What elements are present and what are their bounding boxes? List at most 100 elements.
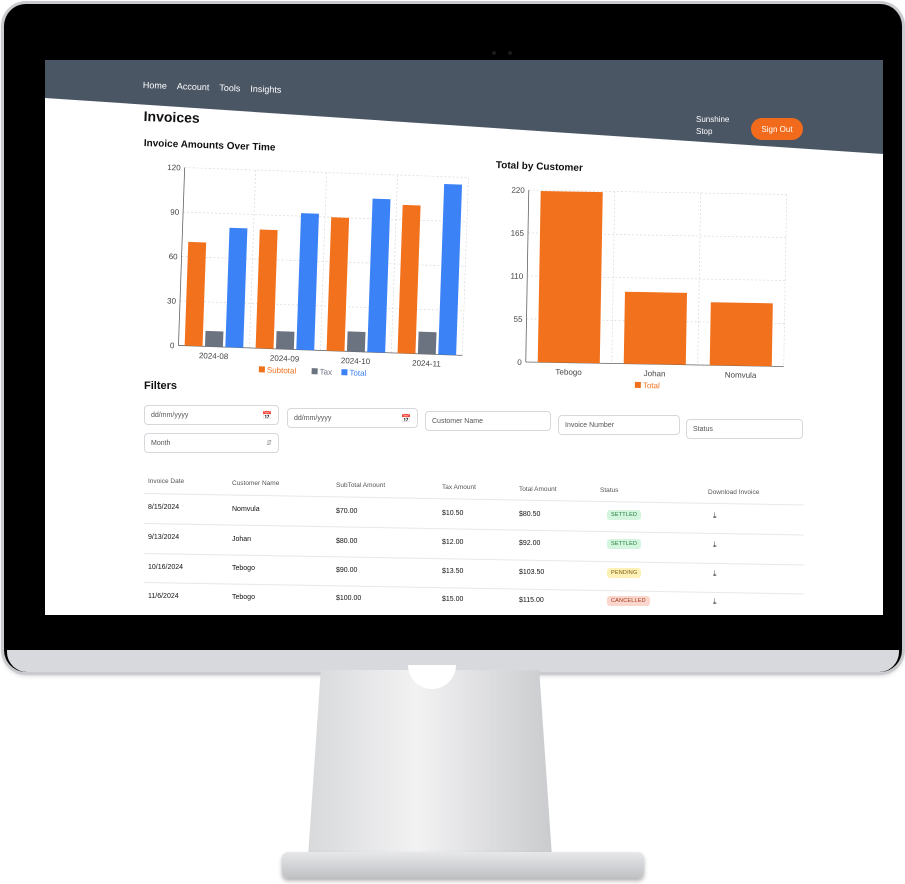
- cell-total: $103.50: [519, 569, 545, 576]
- cell-tax: $13.50: [442, 568, 464, 575]
- legend-label: Subtotal: [267, 366, 297, 376]
- y-tick-label: 30: [167, 297, 177, 306]
- cell-date: 11/6/2024: [148, 593, 179, 600]
- status-badge: SETTLED: [607, 510, 642, 520]
- x-tick-label: Johan: [644, 369, 666, 378]
- bar-total: [709, 302, 773, 367]
- date-from-input[interactable]: dd/mm/yyyy 📅: [144, 405, 279, 425]
- chart-title-amounts: Invoice Amounts Over Time: [143, 138, 276, 154]
- cell-tax: $15.00: [442, 596, 464, 603]
- cell-subtotal: $90.00: [336, 567, 358, 574]
- calendar-icon[interactable]: 📅: [262, 411, 272, 420]
- app-screen: Home Account Tools Insights Invoices Sun…: [45, 60, 883, 615]
- cell-total: $80.50: [519, 511, 541, 518]
- legend-label: Total: [349, 368, 366, 378]
- bar-tax: [346, 331, 366, 352]
- col-header-date: Invoice Date: [148, 478, 185, 485]
- chart-plot: 0 30 60 90 120 2024-08 2024-09 2024-10 2024-11 Su…: [167, 163, 469, 378]
- x-tick-label: 2024-10: [341, 356, 371, 366]
- y-tick-label: 90: [170, 208, 180, 217]
- y-tick-label: 55: [514, 315, 524, 324]
- bar-total: [623, 291, 688, 365]
- cell-customer: Nomvula: [232, 506, 260, 513]
- cell-total: $115.00: [519, 597, 544, 604]
- y-tick-label: 0: [170, 341, 175, 350]
- monitor-stand: [307, 670, 553, 860]
- x-tick-label: 2024-09: [270, 354, 300, 364]
- status-input[interactable]: Status: [686, 419, 803, 439]
- chart-title-customer: Total by Customer: [495, 160, 583, 175]
- customer-name-input[interactable]: Customer Name: [425, 411, 551, 431]
- cell-date: 8/15/2024: [148, 504, 180, 511]
- calendar-icon[interactable]: 📅: [401, 414, 411, 423]
- status-badge: PENDING: [607, 568, 642, 578]
- period-select-value: Month: [151, 439, 171, 447]
- bar-tax: [275, 331, 295, 350]
- nav-tools[interactable]: Tools: [219, 83, 240, 94]
- row-divider: [143, 523, 804, 536]
- cell-customer: Tebogo: [232, 594, 255, 601]
- y-axis: [178, 167, 186, 346]
- y-tick-label: 220: [511, 186, 525, 195]
- x-tick-label: Nomvula: [725, 370, 757, 380]
- download-icon[interactable]: ⤓: [713, 540, 717, 550]
- col-header-tax: Tax Amount: [442, 484, 476, 491]
- x-tick-label: 2024-11: [412, 359, 442, 369]
- bar-tax: [204, 330, 224, 348]
- cell-date: 9/13/2024: [148, 534, 180, 541]
- y-tick-label: 110: [510, 272, 523, 281]
- invoice-number-placeholder: Invoice Number: [565, 421, 615, 429]
- bar-subtotal: [255, 229, 278, 349]
- bar-total: [537, 190, 603, 364]
- y-tick-label: 0: [517, 358, 522, 367]
- total-by-customer-chart: 0 55 110 165 220 Tebogo Johan Nomvula Total: [510, 186, 788, 390]
- camera-dot: [508, 51, 512, 55]
- legend-swatch: [634, 381, 641, 388]
- sign-out-button[interactable]: Sign Out: [751, 118, 803, 140]
- cell-tax: $12.00: [442, 539, 464, 546]
- legend-label: Tax: [319, 367, 332, 376]
- grid-line: [390, 174, 398, 353]
- date-from-placeholder: dd/mm/yyyy: [151, 411, 189, 419]
- bar-subtotal: [184, 241, 207, 347]
- row-divider: [143, 582, 804, 595]
- y-tick-label: 165: [511, 229, 525, 238]
- download-icon[interactable]: ⤓: [713, 569, 717, 579]
- monitor-base: [282, 852, 644, 878]
- col-header-download: Download Invoice: [708, 489, 760, 496]
- bar-total: [367, 198, 391, 353]
- cell-date: 10/16/2024: [148, 564, 184, 571]
- row-divider: [143, 553, 804, 566]
- cell-customer: Johan: [232, 536, 252, 543]
- bar-total: [438, 184, 463, 356]
- col-header-total: Total Amount: [519, 486, 557, 493]
- bar-total: [225, 227, 248, 348]
- download-icon[interactable]: ⤓: [713, 511, 717, 521]
- cell-subtotal: $80.00: [336, 538, 358, 545]
- filters-title: Filters: [144, 380, 178, 392]
- x-tick-label: Tebogo: [555, 367, 582, 376]
- download-icon[interactable]: ⤓: [713, 597, 717, 607]
- col-header-status: Status: [600, 487, 619, 494]
- status-badge: SETTLED: [607, 539, 642, 549]
- cell-customer: Tebogo: [232, 565, 255, 572]
- row-divider: [143, 493, 804, 506]
- period-select[interactable]: Month ⇵: [144, 433, 279, 453]
- col-header-subtotal: SubTotal Amount: [336, 482, 386, 489]
- user-name: Sunshine Stop: [696, 115, 730, 136]
- nav-account[interactable]: Account: [177, 81, 210, 92]
- legend-label: Total: [643, 381, 660, 390]
- invoice-number-input[interactable]: Invoice Number: [558, 415, 680, 435]
- cell-subtotal: $100.00: [336, 595, 362, 602]
- y-tick-label: 60: [168, 252, 178, 261]
- nav-home[interactable]: Home: [143, 80, 167, 91]
- bar-subtotal: [397, 204, 421, 354]
- col-header-customer: Customer Name: [232, 480, 280, 487]
- nav-insights[interactable]: Insights: [250, 84, 281, 95]
- x-tick-label: 2024-08: [199, 351, 229, 361]
- date-to-input[interactable]: dd/mm/yyyy 📅: [287, 408, 418, 428]
- legend-swatch: [341, 369, 348, 376]
- chart-plot: 0 55 110 165 220 Tebogo Johan Nomvula Total: [510, 186, 788, 390]
- cell-total: $92.00: [519, 540, 541, 547]
- customer-name-placeholder: Customer Name: [432, 417, 483, 425]
